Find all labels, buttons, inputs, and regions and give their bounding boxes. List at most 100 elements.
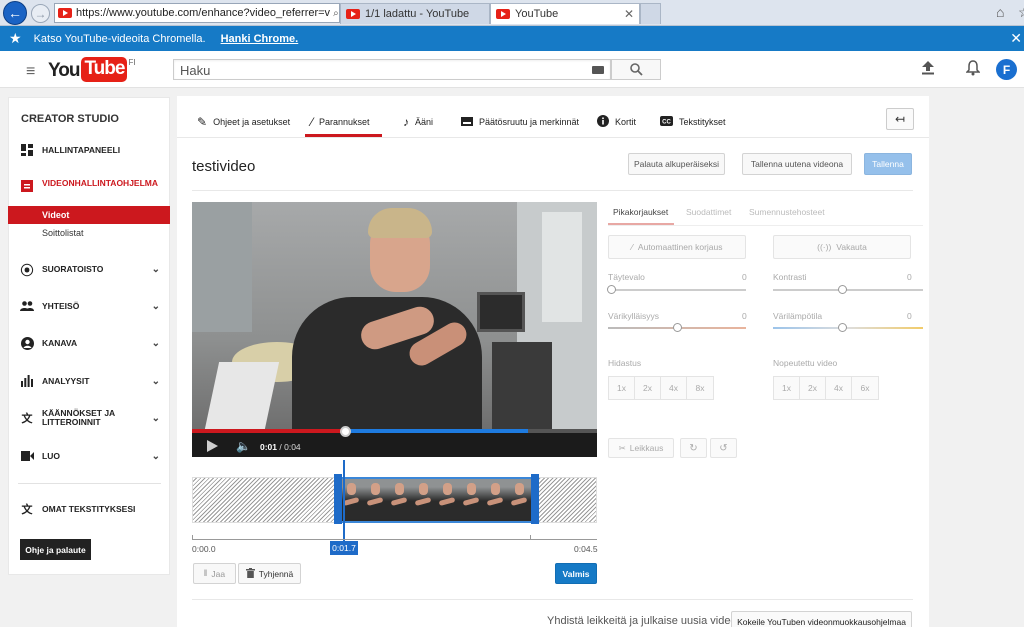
play-icon[interactable]	[207, 440, 218, 452]
sidebar-item-my-subtitles[interactable]: 文 OMAT TEKSTITYKSESI	[20, 502, 160, 516]
tab-subtitles[interactable]: CC Tekstitykset	[660, 107, 726, 137]
save-button[interactable]: Tallenna	[864, 153, 912, 175]
chevron-down-icon[interactable]: ⌄	[152, 413, 160, 424]
fill-light-slider[interactable]	[611, 289, 746, 291]
chevron-down-icon[interactable]: ⌄	[152, 301, 160, 312]
sidebar-item-community[interactable]: YHTEISÖ ⌄	[20, 299, 160, 313]
help-feedback-button[interactable]: Ohje ja palaute	[20, 539, 91, 560]
tab-cards[interactable]: Kortit	[597, 107, 636, 137]
chevron-down-icon[interactable]: ⌄	[152, 451, 160, 462]
progress-handle[interactable]	[340, 426, 351, 437]
info-icon	[597, 115, 609, 129]
filmstrip-hands	[462, 497, 480, 506]
promo-link[interactable]: Hanki Chrome.	[221, 33, 299, 45]
back-button[interactable]: ↤	[886, 108, 914, 130]
sidebar-item-create[interactable]: LUO ⌄	[20, 449, 160, 463]
trim-button[interactable]: ✂ Leikkaus	[608, 438, 674, 458]
temperature-slider[interactable]	[773, 327, 923, 329]
tab-blur-effects[interactable]: Sumennustehosteet	[749, 207, 825, 217]
sidebar-item-dashboard[interactable]: HALLINTAPANEELI	[20, 143, 160, 157]
browser-tab-upload[interactable]: 1/1 ladattu - YouTube	[340, 3, 490, 24]
back-icon[interactable]: ←	[3, 1, 27, 25]
keyboard-icon[interactable]	[592, 66, 604, 74]
rotate-right-button[interactable]: ↺	[710, 438, 737, 458]
browser-tab-youtube[interactable]: YouTube ✕	[490, 3, 640, 24]
tab-info-settings[interactable]: ✎ Ohjeet ja asetukset	[197, 107, 290, 137]
volume-icon[interactable]: 🔈	[236, 439, 251, 453]
video-preview[interactable]	[192, 202, 597, 429]
avatar[interactable]: F	[996, 59, 1017, 80]
tab-label: Päätösruutu ja merkinnät	[479, 117, 580, 127]
chevron-down-icon[interactable]: ⌄	[152, 376, 160, 387]
tab-filters[interactable]: Suodattimet	[686, 207, 731, 217]
favorites-icon[interactable]: ☆	[1018, 4, 1024, 21]
fill-light-handle[interactable]	[607, 285, 616, 294]
video-person-hair	[368, 208, 432, 238]
stabilize-button[interactable]: ((·)) Vakauta	[773, 235, 911, 259]
video-desk	[492, 342, 552, 429]
restore-original-button[interactable]: Palauta alkuperäiseksi	[628, 153, 725, 175]
close-icon[interactable]: ✕	[1010, 30, 1022, 47]
slow-option[interactable]: 8x	[686, 376, 714, 400]
trim-handle-right[interactable]	[531, 474, 539, 524]
save-as-new-button[interactable]: Tallenna uutena videona	[742, 153, 852, 175]
trim-selection[interactable]	[339, 477, 536, 523]
notifications-icon[interactable]	[965, 60, 981, 80]
clear-button[interactable]: Tyhjennä	[238, 563, 301, 584]
sidebar-subitem-playlists[interactable]: Soittolistat	[42, 228, 84, 238]
sidebar-item-live[interactable]: ⦿ SUORATOISTO ⌄	[20, 262, 160, 278]
contrast-slider[interactable]	[773, 289, 923, 291]
auto-fix-button[interactable]: ⁄ Automaattinen korjaus	[608, 235, 746, 259]
filmstrip-face	[347, 483, 356, 495]
contrast-handle[interactable]	[838, 285, 847, 294]
rotate-left-icon: ↻	[689, 442, 698, 454]
timelapse-option[interactable]: 1x	[773, 376, 800, 400]
sidebar-item-translations[interactable]: 文 KÄÄNNÖKSET JA LITTEROINNIT ⌄	[20, 409, 161, 427]
slow-option[interactable]: 2x	[634, 376, 661, 400]
temperature-handle[interactable]	[838, 323, 847, 332]
forward-icon[interactable]: →	[31, 4, 50, 23]
chrome-promo-banner: ★ Katso YouTube-videoita Chromella. Hank…	[0, 26, 1024, 51]
upload-icon[interactable]	[921, 60, 935, 79]
new-tab-button[interactable]	[640, 3, 661, 24]
tab-enhancements[interactable]: ⁄ Parannukset	[311, 107, 370, 137]
tab-end-screen-annotations[interactable]: Päätösruutu ja merkinnät	[461, 107, 579, 137]
sidebar-item-label: SUORATOISTO	[42, 264, 104, 274]
split-button[interactable]: ⫴ Jaa	[193, 563, 236, 584]
sidebar-item-video-manager[interactable]: VIDEONHALLINTAOHJELMA	[20, 179, 160, 193]
address-tools[interactable]: ⌕ ▾ 🔒 ↻ ✕	[330, 8, 339, 19]
sidebar-item-label: LUO	[42, 451, 60, 461]
slow-option[interactable]: 1x	[608, 376, 635, 400]
timeline-playhead[interactable]	[343, 460, 345, 542]
tab-label: Ohjeet ja asetukset	[213, 117, 291, 127]
timelapse-option[interactable]: 6x	[851, 376, 879, 400]
analytics-icon	[20, 374, 34, 388]
home-icon[interactable]: ⌂	[996, 4, 1004, 20]
youtube-logo[interactable]: You Tube FI	[48, 57, 136, 82]
trim-handle-left[interactable]	[334, 474, 342, 524]
close-tab-icon[interactable]: ✕	[624, 7, 634, 21]
youtube-favicon-icon	[58, 8, 72, 18]
sidebar-subitem-videos[interactable]: Videot	[8, 206, 170, 224]
chevron-down-icon[interactable]: ⌄	[152, 338, 160, 349]
rotate-left-button[interactable]: ↻	[680, 438, 707, 458]
tab-label: Kortit	[615, 117, 637, 127]
timelapse-option[interactable]: 4x	[825, 376, 852, 400]
search-input[interactable]: Haku	[173, 59, 611, 80]
search-button[interactable]	[611, 59, 661, 80]
done-button[interactable]: Valmis	[555, 563, 597, 584]
saturation-value: 0	[742, 311, 747, 321]
timelapse-option[interactable]: 2x	[799, 376, 826, 400]
slow-option[interactable]: 4x	[660, 376, 687, 400]
chevron-down-icon[interactable]: ⌄	[152, 264, 160, 275]
try-video-editor-button[interactable]: Kokeile YouTuben videonmuokkausohjelmaa	[731, 611, 912, 627]
sidebar-item-channel[interactable]: KANAVA ⌄	[20, 336, 160, 350]
rotate-right-icon: ↺	[719, 442, 728, 454]
tab-title: 1/1 ladattu - YouTube	[365, 8, 470, 20]
menu-icon[interactable]: ≡	[26, 63, 35, 81]
saturation-handle[interactable]	[673, 323, 682, 332]
tab-quick-fixes[interactable]: Pikakorjaukset	[613, 207, 668, 217]
sidebar-item-analytics[interactable]: ANALYYSIT ⌄	[20, 374, 160, 388]
address-bar[interactable]: https://www.youtube.com/enhance?video_re…	[54, 3, 340, 23]
tab-audio[interactable]: ♪ Ääni	[403, 107, 433, 137]
